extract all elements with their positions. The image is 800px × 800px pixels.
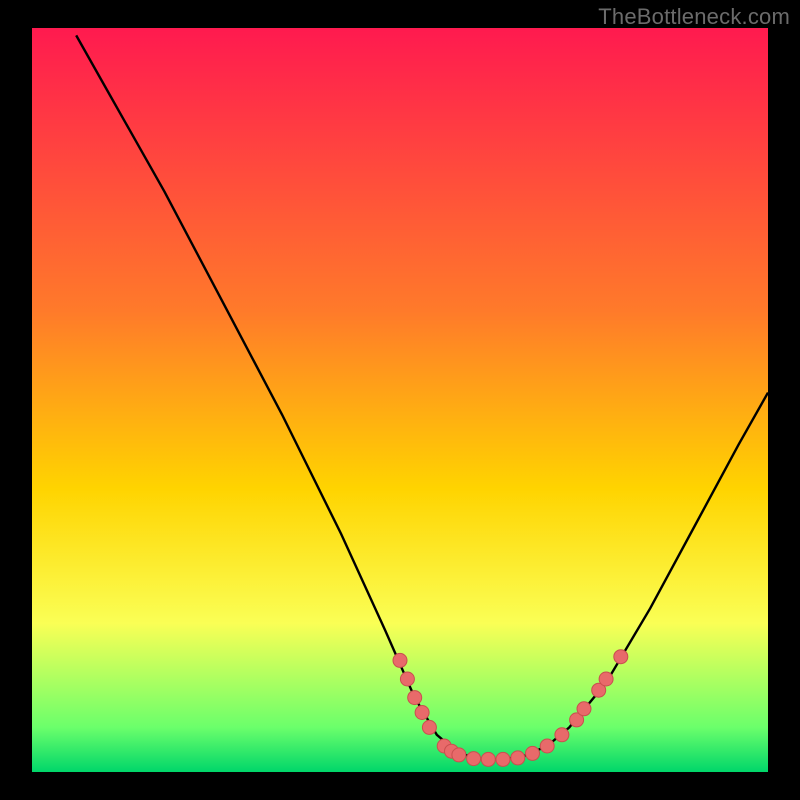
curve-marker bbox=[481, 752, 495, 766]
curve-marker bbox=[467, 752, 481, 766]
curve-marker bbox=[415, 706, 429, 720]
curve-marker bbox=[400, 672, 414, 686]
bottleneck-curve-chart bbox=[32, 28, 768, 772]
curve-marker bbox=[555, 728, 569, 742]
curve-marker bbox=[452, 748, 466, 762]
curve-marker bbox=[422, 720, 436, 734]
plot-area bbox=[32, 28, 768, 772]
curve-marker bbox=[393, 653, 407, 667]
curve-marker bbox=[540, 739, 554, 753]
curve-marker bbox=[614, 650, 628, 664]
curve-marker bbox=[526, 746, 540, 760]
curve-marker bbox=[599, 672, 613, 686]
chart-frame: TheBottleneck.com bbox=[0, 0, 800, 800]
curve-marker bbox=[577, 702, 591, 716]
curve-marker bbox=[496, 752, 510, 766]
curve-marker bbox=[408, 691, 422, 705]
watermark-text: TheBottleneck.com bbox=[598, 4, 790, 30]
curve-marker bbox=[511, 751, 525, 765]
